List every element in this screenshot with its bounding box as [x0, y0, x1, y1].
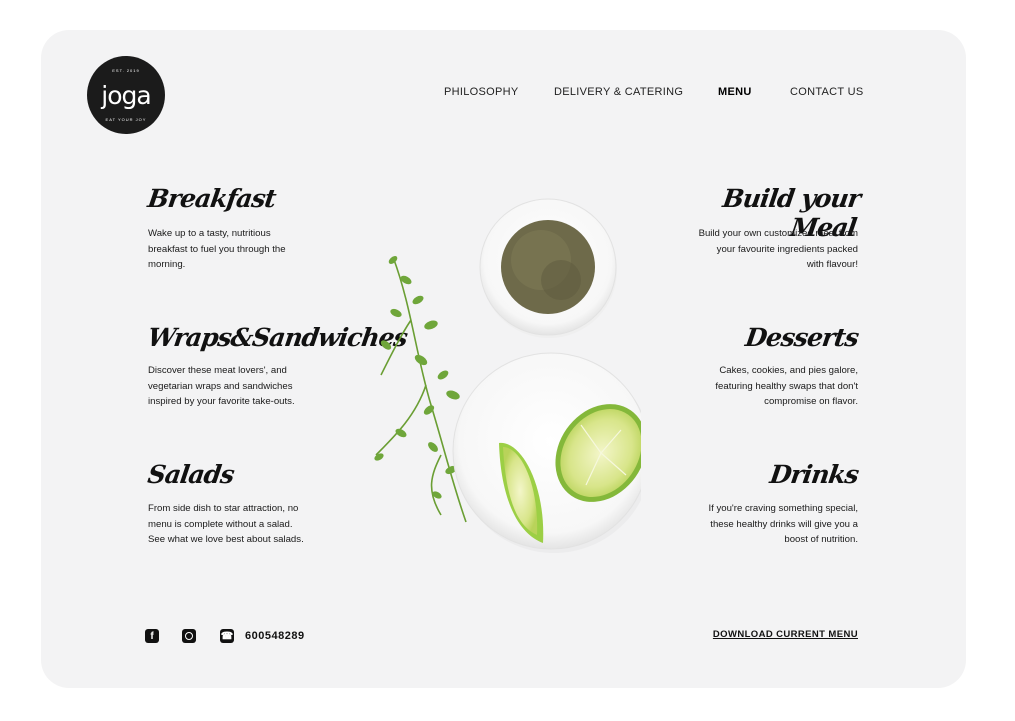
menu-title-desserts[interactable]: Desserts	[656, 323, 861, 352]
food-illustration	[374, 198, 641, 553]
small-bowl	[479, 198, 617, 338]
desc-line: featuring healthy swaps that don't	[715, 380, 858, 392]
menu-desc-breakfast: Wake up to a tasty, nutritious breakfast…	[148, 226, 348, 273]
instagram-icon[interactable]	[182, 629, 196, 643]
facebook-icon[interactable]: f	[145, 629, 159, 643]
desc-line: breakfast to fuel you through the	[148, 243, 286, 255]
download-menu-link[interactable]: DOWNLOAD CURRENT MENU	[701, 629, 858, 640]
desc-line: vegetarian wraps and sandwiches	[148, 380, 293, 392]
menu-title-salads[interactable]: Salads	[146, 460, 236, 489]
phone-icon[interactable]: ☎	[220, 629, 234, 643]
desc-line: See what we love best about salads.	[148, 534, 304, 545]
desc-line: From side dish to star attraction, no	[148, 503, 299, 514]
nav-menu[interactable]: MENU	[718, 86, 752, 98]
menu-desc-salads: From side dish to star attraction, no me…	[148, 501, 348, 548]
large-bowl	[452, 352, 641, 553]
nav-contact-us[interactable]: CONTACT US	[790, 86, 864, 98]
menu-title-wraps-sandwiches[interactable]: Wraps&Sandwiches	[146, 323, 409, 352]
desc-line: inspired by your favorite take-outs.	[148, 396, 295, 407]
logo-top-text: EST. 2019	[112, 68, 140, 73]
desc-line: Discover these meat lovers', and	[148, 365, 287, 376]
menu-title-breakfast[interactable]: Breakfast	[146, 184, 277, 213]
menu-desc-wraps-sandwiches: Discover these meat lovers', and vegetar…	[148, 363, 348, 410]
menu-desc-desserts: Cakes, cookies, and pies galore, featuri…	[658, 363, 858, 410]
menu-desc-drinks: If you're craving something special, the…	[658, 501, 858, 548]
desc-line: Wake up to a tasty, nutritious	[148, 228, 271, 239]
page-card: EST. 2019 joga EAT YOUR JOY PHILOSOPHY D…	[41, 30, 966, 688]
desc-line: morning.	[148, 259, 186, 270]
desc-line: Cakes, cookies, and pies galore,	[719, 365, 858, 376]
phone-number[interactable]: 600548289	[245, 630, 305, 642]
desc-line: with flavour!	[806, 259, 858, 270]
brand-logo[interactable]: EST. 2019 joga EAT YOUR JOY	[87, 56, 165, 134]
desc-line: these healthy drinks will give you a	[710, 518, 858, 530]
nav-philosophy[interactable]: PHILOSOPHY	[444, 86, 519, 98]
desc-line: menu is complete without a salad.	[148, 518, 293, 530]
nav-delivery-catering[interactable]: DELIVERY & CATERING	[554, 86, 683, 98]
desc-line: If you're craving something special,	[708, 503, 858, 514]
desc-line: compromise on flavor.	[764, 396, 858, 407]
menu-title-drinks[interactable]: Drinks	[656, 460, 860, 489]
logo-tagline: EAT YOUR JOY	[105, 117, 147, 122]
logo-word: joga	[101, 80, 151, 110]
desc-line: Build your own customized meal from	[698, 228, 858, 239]
menu-desc-build-your-meal: Build your own customized meal from your…	[658, 226, 858, 273]
desc-line: boost of nutrition.	[784, 534, 858, 545]
desc-line: your favourite ingredients packed	[716, 243, 858, 255]
